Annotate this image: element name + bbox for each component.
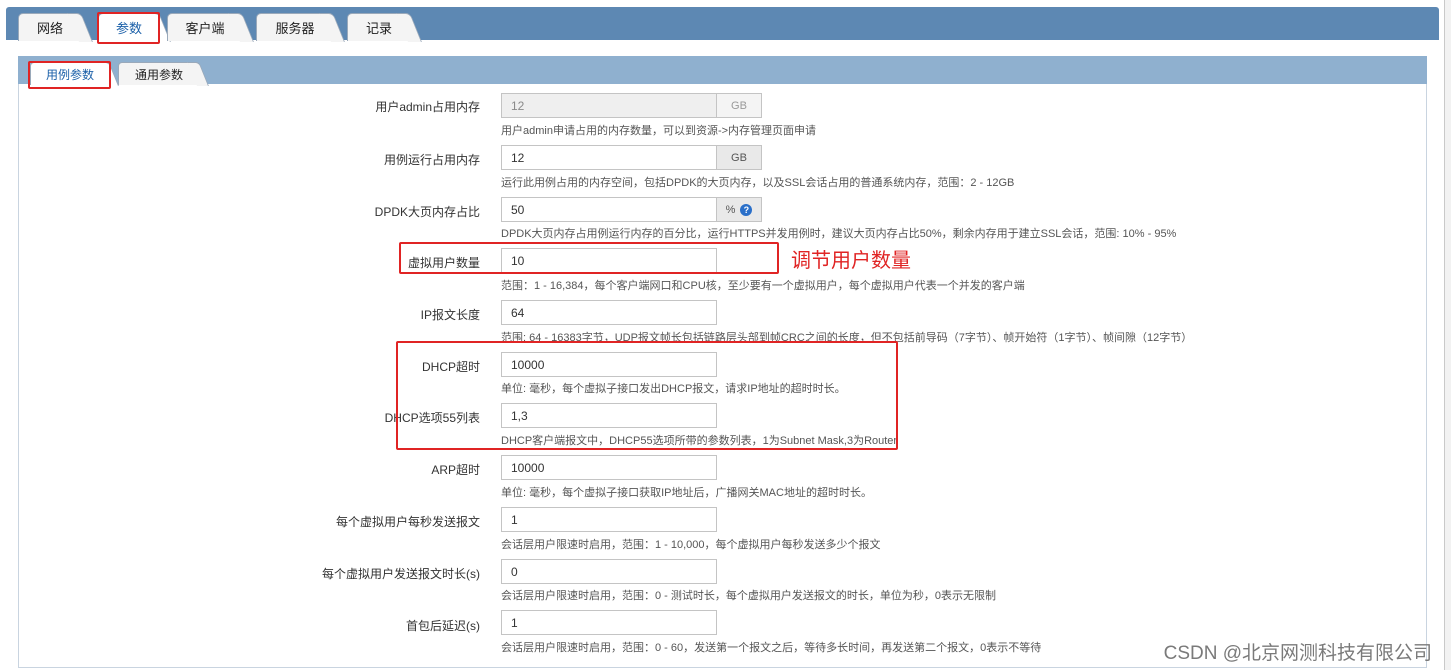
tab-server[interactable]: 服务器 <box>256 13 345 42</box>
admin-memory-input: 12 <box>501 93 717 118</box>
admin-memory-hint: 用户admin申请占用的内存数量，可以到资源->内存管理页面申请 <box>501 125 817 137</box>
ip-length-hint: 范围: 64 - 16383字节，UDP报文帧长包括链路层头部到帧CRC之间的长… <box>501 332 1193 344</box>
virtual-users-label: 虚拟用户数量 <box>407 256 480 270</box>
admin-memory-label: 用户admin占用内存 <box>375 100 480 114</box>
watermark: CSDN @北京网测科技有限公司 <box>1163 643 1432 664</box>
run-memory-label: 用例运行占用内存 <box>383 153 480 167</box>
dpdk-ratio-hint: DPDK大页内存占用例运行内存的百分比，运行HTTPS并发用例时，建议大页内存占… <box>501 228 1177 240</box>
send-per-sec-label: 每个虚拟用户每秒发送报文 <box>335 515 480 529</box>
send-duration-hint: 会话层用户限速时启用，范围：0 - 测试时长，每个虚拟用户发送报文的时长，单位为… <box>501 590 997 602</box>
tab-log[interactable]: 记录 <box>347 13 422 42</box>
subtab-case-params[interactable]: 用例参数 <box>30 62 119 86</box>
run-memory-hint: 运行此用例占用的内存空间，包括DPDK的大页内存，以及SSL会话占用的普通系统内… <box>501 177 1015 189</box>
virtual-users-input[interactable]: 10 <box>501 248 717 273</box>
dpdk-ratio-unit: %? <box>716 197 762 222</box>
ip-length-label: IP报文长度 <box>420 308 480 322</box>
main-frame: 网络 参数 客户端 服务器 记录 用例参数 通用参数 用户admin占用内存 1… <box>0 0 1445 670</box>
tab-network[interactable]: 网络 <box>18 13 93 42</box>
run-memory-unit: GB <box>716 145 762 170</box>
first-delay-label: 首包后延迟(s) <box>406 619 480 633</box>
send-per-sec-hint: 会话层用户限速时启用，范围：1 - 10,000，每个虚拟用户每秒发送多少个报文 <box>501 539 881 551</box>
ip-length-input[interactable]: 64 <box>501 300 717 325</box>
send-duration-label: 每个虚拟用户发送报文时长(s) <box>322 567 480 581</box>
virtual-users-hint: 范围：1 - 16,384，每个客户端网口和CPU核，至少要有一个虚拟用户，每个… <box>501 280 1025 292</box>
dhcp-timeout-label: DHCP超时 <box>421 360 480 374</box>
run-memory-input[interactable]: 12 <box>501 145 717 170</box>
first-delay-hint: 会话层用户限速时启用，范围：0 - 60，发送第一个报文之后，等待多长时间，再发… <box>501 642 1042 654</box>
arp-timeout-label: ARP超时 <box>431 463 480 477</box>
subtab-case-params-label: 用例参数 <box>45 67 94 82</box>
arp-timeout-hint: 单位: 毫秒，每个虚拟子接口获取IP地址后，广播网关MAC地址的超时时长。 <box>501 487 872 499</box>
tab-client[interactable]: 客户端 <box>167 13 254 42</box>
tab-parameters[interactable]: 参数 <box>98 13 171 42</box>
dpdk-ratio-label: DPDK大页内存占比 <box>374 205 480 219</box>
sub-tab-strip <box>18 56 1427 84</box>
tab-server-label: 服务器 <box>275 21 315 36</box>
tab-network-label: 网络 <box>36 21 63 36</box>
tab-parameters-label: 参数 <box>115 21 142 36</box>
send-per-sec-input[interactable]: 1 <box>501 507 717 532</box>
send-duration-input[interactable]: 0 <box>501 559 717 584</box>
dhcp-timeout-hint: 单位: 毫秒，每个虚拟子接口发出DHCP报文，请求IP地址的超时时长。 <box>501 383 846 395</box>
dpdk-ratio-input[interactable]: 50 <box>501 197 717 222</box>
dhcp-option55-label: DHCP选项55列表 <box>384 411 480 425</box>
dpdk-ratio-unit-text: % <box>725 203 736 216</box>
subtab-common-params-label: 通用参数 <box>134 67 183 82</box>
tab-client-label: 客户端 <box>185 21 225 36</box>
dhcp-timeout-input[interactable]: 10000 <box>501 352 717 377</box>
annotation-text: 调节用户数量 <box>791 250 911 272</box>
first-delay-input[interactable]: 1 <box>501 610 717 635</box>
arp-timeout-input[interactable]: 10000 <box>501 455 717 480</box>
help-icon[interactable]: ? <box>740 203 753 216</box>
tab-log-label: 记录 <box>365 21 392 36</box>
dhcp-option55-input[interactable]: 1,3 <box>501 403 717 428</box>
subtab-common-params[interactable]: 通用参数 <box>118 62 209 86</box>
dhcp-option55-hint: DHCP客户端报文中，DHCP55选项所带的参数列表，1为Subnet Mask… <box>501 435 898 447</box>
admin-memory-unit: GB <box>716 93 762 118</box>
